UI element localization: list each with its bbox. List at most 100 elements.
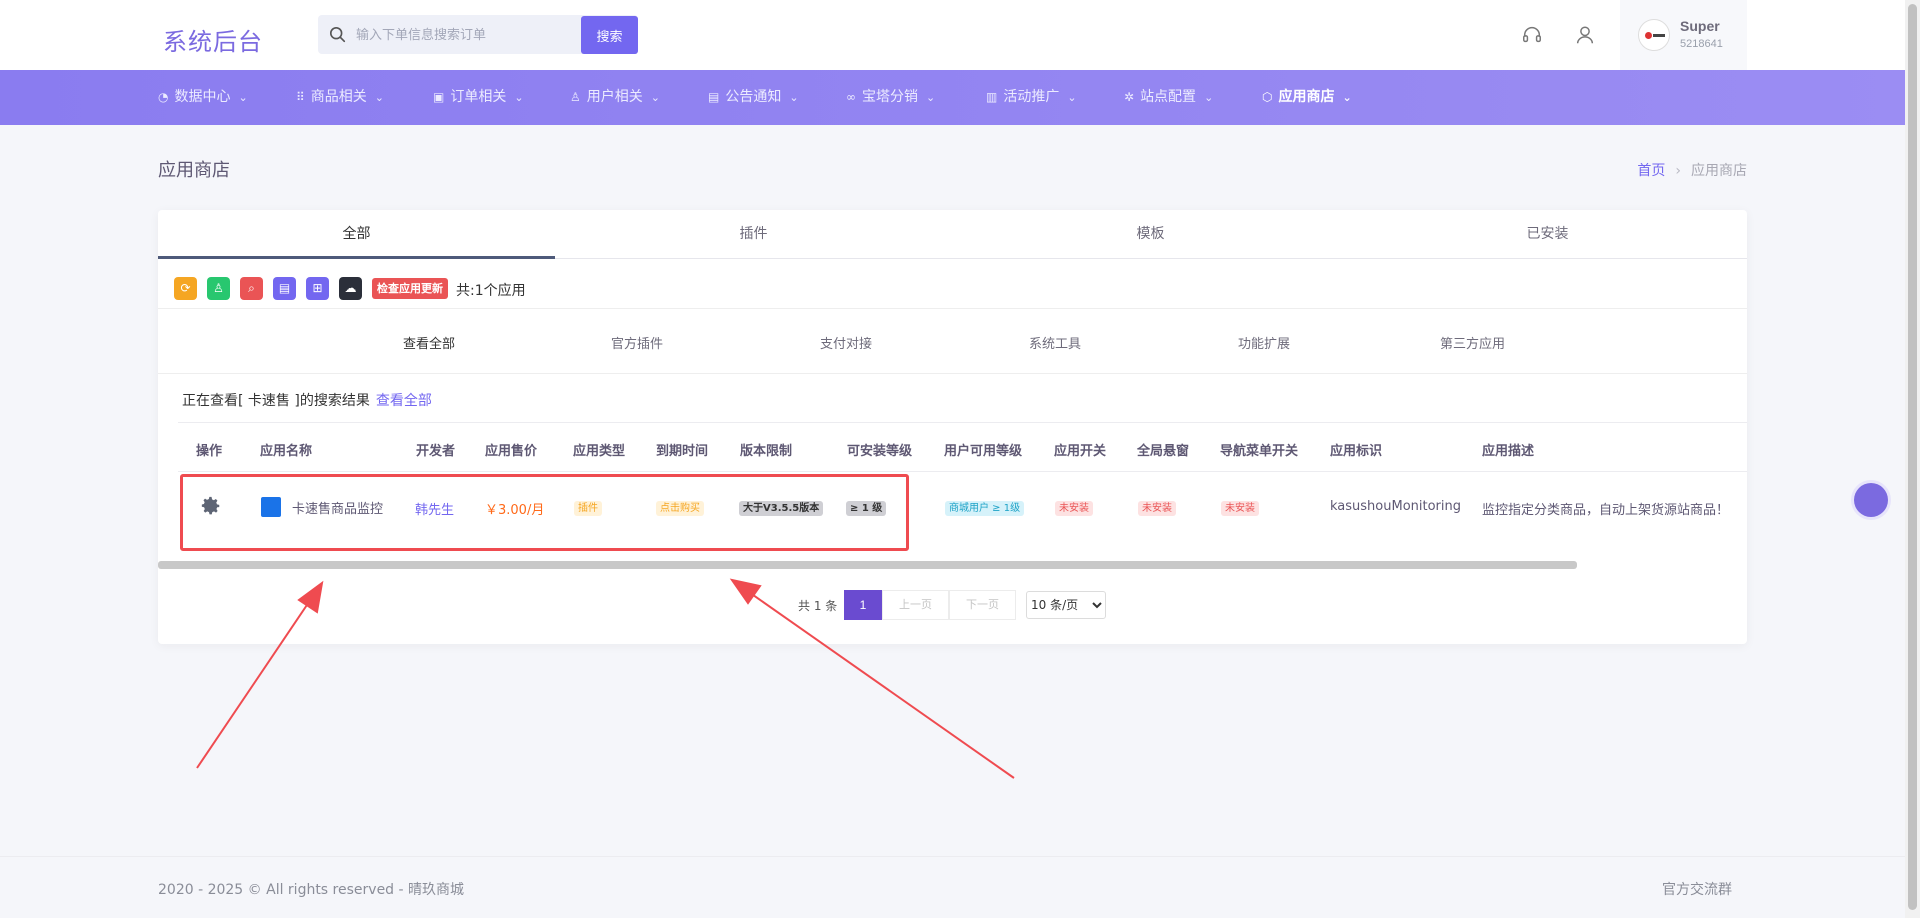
category-payment[interactable]: 支付对接 bbox=[820, 333, 872, 352]
category-filter: 查看全部 官方插件 支付对接 系统工具 功能扩展 第三方应用 bbox=[158, 309, 1747, 374]
pagination-prev[interactable]: 上一页 bbox=[882, 590, 949, 620]
page-title: 应用商店 bbox=[158, 160, 230, 181]
nav-item-site-config[interactable]: ✲ 站点配置 ⌄ bbox=[1124, 70, 1213, 125]
floating-chat-button[interactable] bbox=[1854, 483, 1888, 517]
grid-icon: ⠿ bbox=[296, 90, 305, 104]
horizontal-scrollbar[interactable] bbox=[158, 561, 1577, 569]
document-icon[interactable]: ▤ bbox=[273, 277, 296, 300]
app-identifier: kasushouMonitoring bbox=[1330, 499, 1462, 514]
vertical-scrollbar-thumb[interactable] bbox=[1908, 4, 1917, 910]
breadcrumb: 首页 › 应用商店 bbox=[1637, 160, 1747, 180]
user-id: 5218641 bbox=[1680, 38, 1723, 50]
tab-all[interactable]: 全部 bbox=[158, 210, 555, 259]
user-name: Super bbox=[1680, 18, 1720, 34]
nav-item-distribution[interactable]: ∞ 宝塔分销 ⌄ bbox=[846, 70, 935, 125]
pagination-next[interactable]: 下一页 bbox=[949, 590, 1016, 620]
chevron-down-icon: ⌄ bbox=[1204, 91, 1214, 104]
nav-item-products[interactable]: ⠿ 商品相关 ⌄ bbox=[296, 70, 384, 125]
link-icon: ∞ bbox=[846, 90, 856, 104]
col-actions: 操作 bbox=[196, 444, 223, 459]
page-size-select[interactable]: 10 条/页 bbox=[1026, 591, 1106, 619]
chevron-down-icon: ⌄ bbox=[374, 91, 385, 104]
col-app-switch: 应用开关 bbox=[1054, 444, 1107, 459]
user-menu[interactable]: Super 5218641 bbox=[1620, 0, 1747, 70]
avatar bbox=[1638, 19, 1670, 51]
app-switch-badge: 未安装 bbox=[1055, 501, 1093, 516]
col-price: 应用售价 bbox=[485, 444, 538, 459]
nav-item-users[interactable]: ♙ 用户相关 ⌄ bbox=[570, 70, 660, 125]
search-result-line: 正在查看[ 卡速售 ]的搜索结果 查看全部 bbox=[182, 390, 432, 410]
app-store-card: 全部 插件 模板 已安装 ⟳ ♙ ⌕ ▤ ⊞ ☁ 检查应用更新 共:1个应用 查… bbox=[158, 210, 1747, 644]
footer-group-link[interactable]: 官方交流群 bbox=[1662, 879, 1732, 899]
chevron-down-icon: ⌄ bbox=[650, 91, 660, 104]
dashboard-icon: ◔ bbox=[158, 90, 169, 104]
view-all-link[interactable]: 查看全部 bbox=[376, 393, 432, 409]
category-third-party[interactable]: 第三方应用 bbox=[1440, 333, 1505, 352]
chevron-down-icon: ⌄ bbox=[926, 91, 936, 104]
pagination-total: 共 1 条 bbox=[798, 599, 838, 613]
col-expire: 到期时间 bbox=[656, 444, 709, 459]
col-install-level: 可安装等级 bbox=[847, 444, 913, 459]
col-user-level: 用户可用等级 bbox=[944, 444, 1023, 459]
search-result-text: 正在查看[ 卡速售 ]的搜索结果 bbox=[182, 393, 370, 409]
category-tools[interactable]: 系统工具 bbox=[1029, 333, 1081, 352]
user-icon: ♙ bbox=[570, 90, 581, 104]
col-version: 版本限制 bbox=[740, 444, 793, 459]
col-identifier: 应用标识 bbox=[1330, 444, 1383, 459]
gear-icon: ✲ bbox=[1124, 90, 1135, 104]
tab-plugins[interactable]: 插件 bbox=[555, 210, 952, 259]
float-window-badge: 未安装 bbox=[1138, 501, 1176, 516]
headset-icon[interactable] bbox=[1521, 24, 1543, 46]
apps-icon[interactable]: ⊞ bbox=[306, 277, 329, 300]
box-icon: ⬡ bbox=[1262, 90, 1273, 104]
col-nav-switch: 导航菜单开关 bbox=[1220, 444, 1299, 459]
col-description: 应用描述 bbox=[1482, 444, 1535, 459]
nav-item-orders[interactable]: ▣ 订单相关 ⌄ bbox=[433, 70, 524, 125]
category-all[interactable]: 查看全部 bbox=[403, 333, 455, 352]
chevron-down-icon: ⌄ bbox=[238, 91, 248, 104]
chevron-down-icon: ⌄ bbox=[1342, 91, 1352, 104]
col-app-name: 应用名称 bbox=[260, 444, 313, 459]
app-tabs: 全部 插件 模板 已安装 bbox=[158, 210, 1747, 259]
app-count: 共:1个应用 bbox=[456, 283, 526, 299]
category-official[interactable]: 官方插件 bbox=[611, 333, 663, 352]
pagination-page-1[interactable]: 1 bbox=[844, 590, 882, 620]
search-input[interactable] bbox=[356, 15, 596, 54]
nav-switch-badge: 未安装 bbox=[1221, 501, 1259, 516]
check-update-button[interactable]: 检查应用更新 bbox=[372, 278, 448, 299]
refresh-icon[interactable]: ⟳ bbox=[174, 277, 197, 300]
brand-logo[interactable]: 系统后台 bbox=[163, 22, 263, 57]
footer-copyright: 2020 - 2025 © All rights reserved - 晴玖商城 bbox=[158, 882, 465, 898]
search-icon[interactable]: ⌕ bbox=[240, 277, 263, 300]
chevron-down-icon: ⌄ bbox=[514, 91, 524, 104]
breadcrumb-current: 应用商店 bbox=[1691, 163, 1747, 179]
toolbar: ⟳ ♙ ⌕ ▤ ⊞ ☁ 检查应用更新 共:1个应用 bbox=[158, 259, 1747, 309]
col-developer: 开发者 bbox=[416, 444, 456, 459]
chevron-down-icon: ⌄ bbox=[1067, 91, 1077, 104]
square-icon: ▣ bbox=[433, 90, 445, 104]
user-icon[interactable] bbox=[1574, 24, 1596, 46]
breadcrumb-separator: › bbox=[1675, 163, 1681, 179]
category-extensions[interactable]: 功能扩展 bbox=[1238, 333, 1290, 352]
nav-item-data-center[interactable]: ◔ 数据中心 ⌄ bbox=[158, 70, 248, 125]
search-button[interactable]: 搜索 bbox=[581, 16, 638, 54]
nav-item-app-store[interactable]: ⬡ 应用商店 ⌄ bbox=[1262, 70, 1352, 125]
chevron-down-icon: ⌄ bbox=[789, 91, 799, 104]
user-level-badge: 商城用户 ≥ 1级 bbox=[945, 501, 1025, 516]
tab-installed[interactable]: 已安装 bbox=[1349, 210, 1746, 259]
breadcrumb-home[interactable]: 首页 bbox=[1637, 163, 1665, 179]
nav-item-announcements[interactable]: ▤ 公告通知 ⌄ bbox=[708, 70, 799, 125]
user-icon[interactable]: ♙ bbox=[207, 277, 230, 300]
nav-item-promotions[interactable]: ▥ 活动推广 ⌄ bbox=[986, 70, 1077, 125]
book-icon: ▤ bbox=[708, 90, 720, 104]
main-nav: ◔ 数据中心 ⌄ ⠿ 商品相关 ⌄ ▣ 订单相关 ⌄ ♙ 用户相关 ⌄ ▤ 公告通知 ⌄ ∞ 宝塔分销… bbox=[0, 70, 1905, 125]
search-icon bbox=[329, 26, 346, 43]
tab-templates[interactable]: 模板 bbox=[952, 210, 1349, 259]
table-header: 操作 应用名称 开发者 应用售价 应用类型 到期时间 版本限制 可安装等级 用户… bbox=[178, 422, 1747, 472]
cloud-upload-icon[interactable]: ☁ bbox=[339, 277, 362, 300]
gift-icon: ▥ bbox=[986, 90, 998, 104]
highlight-box bbox=[180, 474, 909, 551]
top-header: 系统后台 搜索 Super 5218641 bbox=[0, 0, 1905, 70]
footer: 2020 - 2025 © All rights reserved - 晴玖商城… bbox=[0, 856, 1905, 918]
col-float-window: 全局悬窗 bbox=[1137, 444, 1190, 459]
